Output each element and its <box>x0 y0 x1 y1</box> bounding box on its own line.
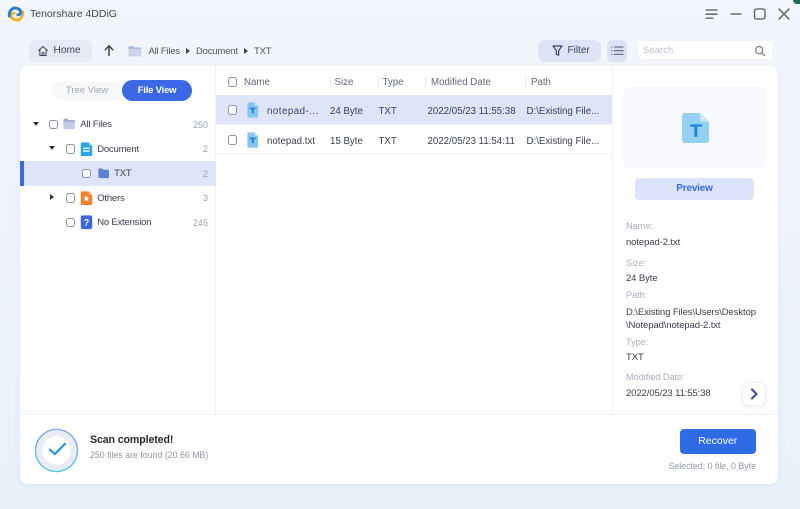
svg-text:?: ? <box>83 218 88 228</box>
